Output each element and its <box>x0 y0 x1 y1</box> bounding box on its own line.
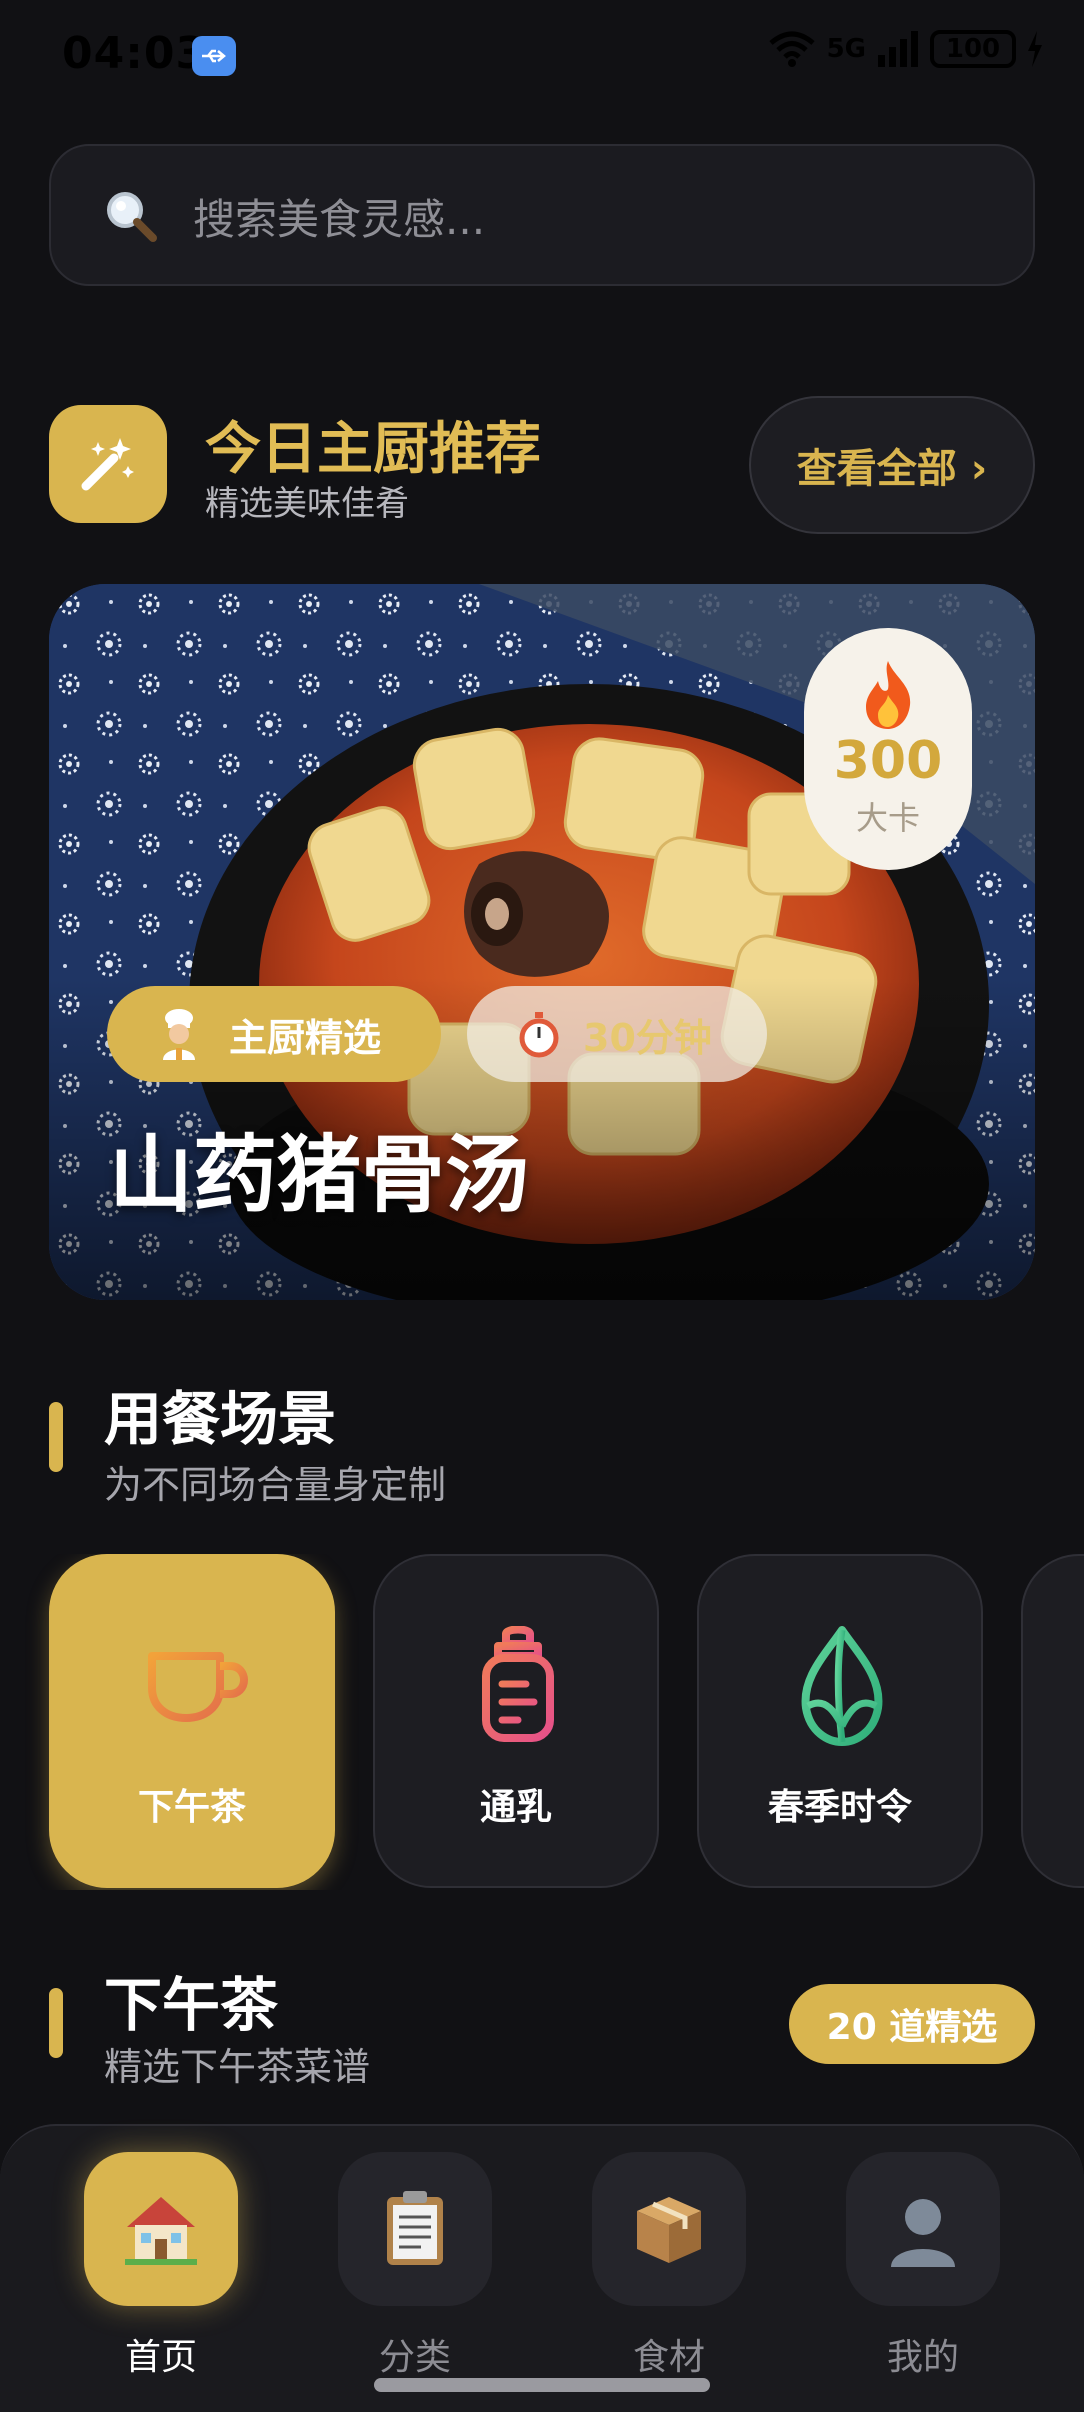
chef-pick-tag: 主厨精选 <box>107 986 441 1082</box>
nav-label: 首页 <box>124 2337 197 2378</box>
user-silhouette-icon <box>891 2199 955 2267</box>
package-icon <box>637 2197 701 2263</box>
section-accent-bar <box>49 1988 63 2058</box>
battery-indicator: 100 <box>930 30 1016 68</box>
nav-icon-container <box>84 2152 238 2306</box>
bamboo-shoot-icon <box>801 1626 883 1746</box>
cook-time-tag: 30分钟 <box>467 986 767 1082</box>
section-accent-bar <box>49 1402 63 1472</box>
scene-carousel[interactable]: 下午茶 通乳 春季时令 <box>0 1554 1084 1890</box>
house-icon <box>125 2197 197 2265</box>
status-indicators: 5G 100 <box>767 30 1044 68</box>
network-type: 5G <box>826 34 866 64</box>
teacup-icon <box>136 1652 249 1734</box>
nav-icon-container <box>846 2152 1000 2306</box>
nav-item-profile[interactable]: 我的 <box>843 2152 1003 2382</box>
baby-bottle-icon <box>482 1626 554 1742</box>
nav-item-home[interactable]: 首页 <box>81 2152 241 2382</box>
section-subtitle-chef: 精选美味佳肴 <box>205 484 409 524</box>
stopwatch-icon <box>519 1012 559 1058</box>
calorie-badge: 300 大卡 <box>804 628 972 870</box>
section-subtitle-tea: 精选下午茶菜谱 <box>104 2045 371 2089</box>
calorie-unit: 大卡 <box>855 799 920 837</box>
scene-card-more[interactable] <box>1021 1554 1084 1888</box>
scene-card-afternoon-tea[interactable]: 下午茶 <box>49 1554 335 1888</box>
chef-pick-label: 主厨精选 <box>229 1015 382 1060</box>
featured-dish-name: 山药猪骨汤 <box>109 1126 530 1224</box>
wifi-icon <box>768 31 815 67</box>
section-title-chef: 今日主厨推荐 <box>205 417 541 482</box>
view-all-button[interactable]: 查看全部 › <box>749 396 1035 534</box>
chef-icon <box>163 1009 195 1060</box>
featured-recipe-card[interactable]: 300 大卡 主厨精选 30分钟 山药猪骨汤 <box>49 584 1035 1300</box>
calorie-value: 300 <box>833 731 943 791</box>
nav-label: 分类 <box>378 2337 451 2378</box>
scene-label: 春季时令 <box>767 1787 912 1828</box>
charging-icon <box>1028 31 1042 67</box>
nav-item-ingredients[interactable]: 食材 <box>589 2152 749 2382</box>
status-time: 04:03 <box>62 28 208 79</box>
nav-label: 我的 <box>886 2337 959 2378</box>
scene-card-lactation[interactable]: 通乳 <box>373 1554 659 1888</box>
signal-icon <box>878 31 918 67</box>
status-bar: 04:03 5G 100 <box>0 0 1084 110</box>
bottom-navigation: 首页 分类 食材 我的 <box>0 2124 1084 2412</box>
home-indicator[interactable] <box>374 2378 710 2392</box>
recipe-count-badge: 20 道精选 <box>789 1984 1035 2064</box>
nav-label: 食材 <box>632 2337 705 2378</box>
scene-label: 通乳 <box>479 1787 552 1828</box>
magic-wand-icon <box>49 405 167 523</box>
clipboard-icon <box>387 2191 443 2265</box>
nav-icon-container <box>338 2152 492 2306</box>
search-input[interactable]: 搜索美食灵感... <box>49 144 1035 286</box>
search-icon <box>107 192 157 242</box>
nav-icon-container <box>592 2152 746 2306</box>
cook-time-label: 30分钟 <box>583 1015 712 1060</box>
section-subtitle-scene: 为不同场合量身定制 <box>104 1463 447 1507</box>
scene-label: 下午茶 <box>137 1787 246 1828</box>
section-title-scene: 用餐场景 <box>104 1385 337 1453</box>
search-placeholder: 搜索美食灵感... <box>193 195 486 244</box>
scene-card-spring[interactable]: 春季时令 <box>697 1554 983 1888</box>
section-title-tea: 下午茶 <box>104 1971 279 2039</box>
fire-icon <box>866 661 911 729</box>
usb-icon <box>192 36 236 76</box>
nav-item-category[interactable]: 分类 <box>335 2152 495 2382</box>
